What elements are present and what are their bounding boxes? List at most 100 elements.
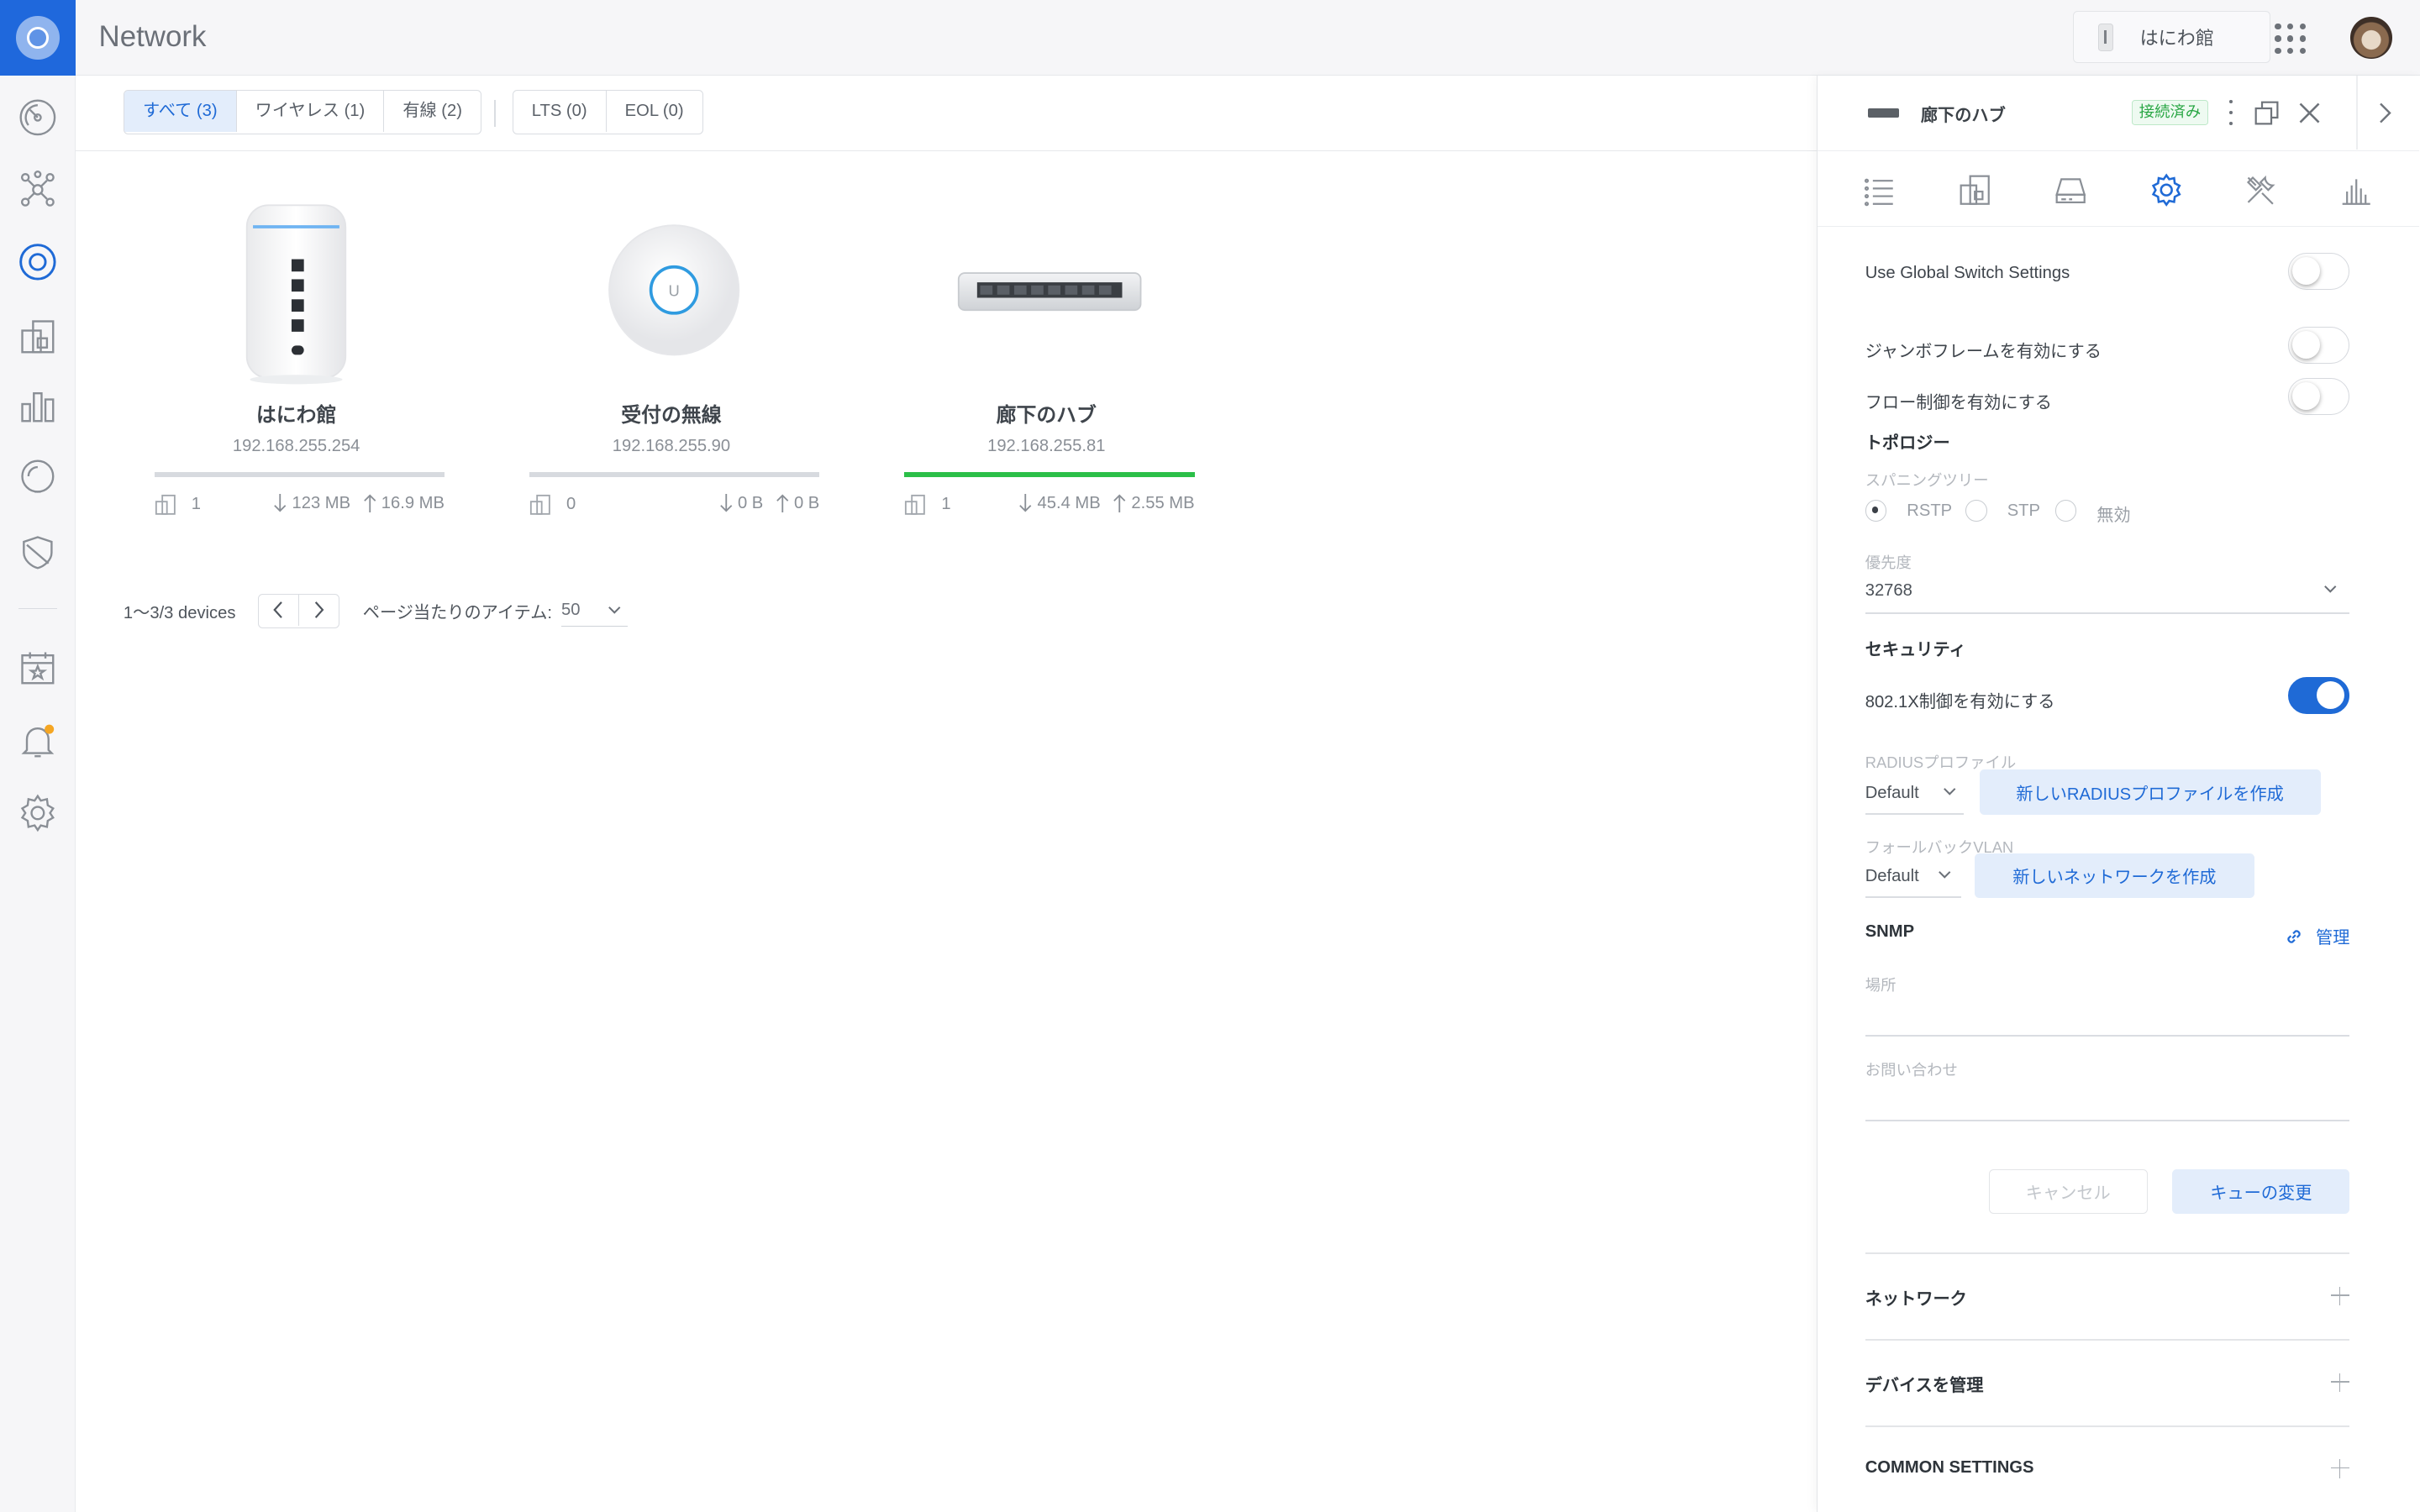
device-stats: 0 0 B 0 B [529, 494, 819, 518]
common-settings-section[interactable]: COMMON SETTINGS [1865, 1458, 2034, 1478]
panel-header: 廊下のハブ 接続済み [1817, 75, 2420, 151]
create-radius-profile-button[interactable]: 新しいRADIUSプロファイルを作成 [1979, 769, 2321, 815]
network-section[interactable]: ネットワーク [1865, 1285, 1967, 1310]
client-count: 1 [191, 495, 201, 514]
device-status-bar [529, 472, 820, 477]
left-rail [0, 0, 76, 1512]
items-per-page-select[interactable]: 50 [561, 596, 628, 627]
location-input[interactable] [1865, 1035, 2350, 1037]
chevron-down-icon [608, 606, 621, 614]
events-calendar-icon[interactable] [0, 638, 76, 699]
tab-statistics[interactable] [2336, 170, 2376, 210]
radius-profile-value[interactable]: Default [1865, 784, 1919, 803]
panel-device-name: 廊下のハブ [1920, 107, 2006, 126]
manage-link[interactable]: 管理 [2285, 924, 2349, 948]
tab-details[interactable] [1859, 170, 1899, 210]
clients-icon[interactable] [0, 306, 76, 367]
popout-window-icon[interactable] [2253, 99, 2281, 127]
page-arrows [257, 594, 340, 628]
items-per-page-value: 50 [561, 601, 581, 620]
expand-plus-icon[interactable] [2331, 1459, 2350, 1478]
insights-icon[interactable] [0, 448, 76, 509]
cancel-button[interactable]: キャンセル [1988, 1169, 2148, 1215]
link-icon [2287, 930, 2301, 943]
manage-link-label: 管理 [2316, 929, 2350, 948]
device-card[interactable]: 廊下のハブ 192.168.255.81 1 45.4 MB 2.55 MB [900, 151, 1195, 537]
ports-icon [2054, 177, 2086, 203]
items-per-page-label: ページ当たりのアイテム: [362, 603, 552, 622]
clients-icon [529, 494, 550, 515]
tools-icon [2246, 175, 2275, 205]
site-selector[interactable]: はにわ館 [2072, 10, 2270, 64]
topology-icon[interactable] [0, 159, 76, 220]
tab-tools[interactable] [2240, 170, 2281, 210]
next-page-button[interactable] [298, 595, 339, 626]
device-card[interactable]: はにわ館 192.168.255.254 1 123 MB 16.9 MB [150, 151, 445, 537]
client-count: 1 [941, 495, 951, 514]
download-arrow-icon [720, 494, 733, 512]
dot1x-toggle[interactable] [2287, 677, 2350, 715]
chevron-down-icon[interactable] [1943, 787, 1957, 796]
more-options-icon[interactable] [2227, 100, 2236, 125]
prev-page-button[interactable] [259, 595, 299, 626]
chevron-left-icon [273, 601, 283, 619]
access-point-image: U [524, 151, 818, 398]
filter-wired[interactable]: 有線 (2) [383, 90, 481, 133]
site-name: はにわ館 [2139, 28, 2214, 50]
jumbo-frame-toggle[interactable] [2287, 327, 2350, 365]
snmp-heading: SNMP [1865, 922, 1915, 942]
topology-heading: トポロジー [1865, 433, 1950, 453]
priority-label: 優先度 [1865, 553, 1912, 571]
apps-grid-icon[interactable] [2275, 23, 2306, 55]
device-ip: 192.168.255.81 [987, 436, 1106, 455]
filter-all[interactable]: すべて (3) [124, 90, 236, 133]
devices-icon[interactable] [0, 232, 76, 293]
device-card[interactable]: U 受付の無線 192.168.255.90 0 0 B 0 B [524, 151, 820, 537]
statistics-icon[interactable] [0, 375, 76, 436]
expand-plus-icon[interactable] [2331, 1286, 2350, 1305]
notifications-bell-icon[interactable] [0, 710, 76, 771]
close-icon[interactable] [2296, 99, 2323, 127]
panel-tabs [1817, 151, 2420, 227]
dashboard-icon[interactable] [0, 87, 76, 148]
unifi-logo-icon[interactable] [0, 0, 76, 76]
queue-changes-button[interactable]: キューの変更 [2172, 1169, 2350, 1215]
radio-rstp-label: RSTP [1907, 501, 1953, 520]
flow-control-toggle[interactable] [2287, 377, 2350, 416]
tab-ports[interactable] [2050, 170, 2091, 210]
chevron-right-icon[interactable] [2371, 99, 2399, 127]
expand-plus-icon[interactable] [2331, 1373, 2350, 1392]
device-detail-panel: 廊下のハブ 接続済み Use Global Switch Settings ジャ… [1816, 75, 2420, 1512]
tab-clients[interactable] [1954, 170, 1995, 210]
section-divider [1865, 1339, 2350, 1341]
filter-wireless[interactable]: ワイヤレス (1) [235, 90, 384, 133]
contact-input[interactable] [1865, 1120, 2350, 1122]
upload-arrow-icon [363, 494, 376, 513]
priority-value[interactable]: 32768 [1865, 581, 1912, 601]
shield-icon[interactable] [0, 522, 76, 583]
upload-amount: 2.55 MB [1131, 493, 1195, 512]
settings-gear-icon[interactable] [0, 782, 76, 843]
radio-stp[interactable] [1965, 500, 1987, 522]
gateway-device-image [150, 151, 443, 398]
radio-disabled[interactable] [2054, 500, 2077, 522]
tab-settings[interactable] [2146, 170, 2186, 210]
filter-lts[interactable]: LTS (0) [513, 91, 606, 133]
upload-arrow-icon [1113, 494, 1126, 513]
fallback-vlan-value[interactable]: Default [1865, 867, 1919, 886]
manage-device-section[interactable]: デバイスを管理 [1865, 1372, 1984, 1396]
filter-eol[interactable]: EOL (0) [605, 90, 702, 133]
filter-divider [493, 100, 496, 127]
chevron-down-icon[interactable] [2323, 585, 2338, 594]
radio-rstp[interactable] [1865, 500, 1887, 522]
flow-control-label: フロー制御を有効にする [1865, 393, 2052, 412]
global-switch-toggle[interactable] [2287, 253, 2350, 291]
download-amount: 0 B [737, 493, 764, 512]
create-network-button[interactable]: 新しいネットワークを作成 [1975, 853, 2254, 898]
chevron-down-icon[interactable] [1938, 870, 1952, 879]
download-amount: 45.4 MB [1037, 493, 1101, 512]
avatar[interactable] [2350, 17, 2392, 59]
upload-amount: 0 B [793, 493, 820, 512]
statistics-icon [2342, 179, 2370, 205]
upload-amount: 16.9 MB [381, 493, 445, 512]
